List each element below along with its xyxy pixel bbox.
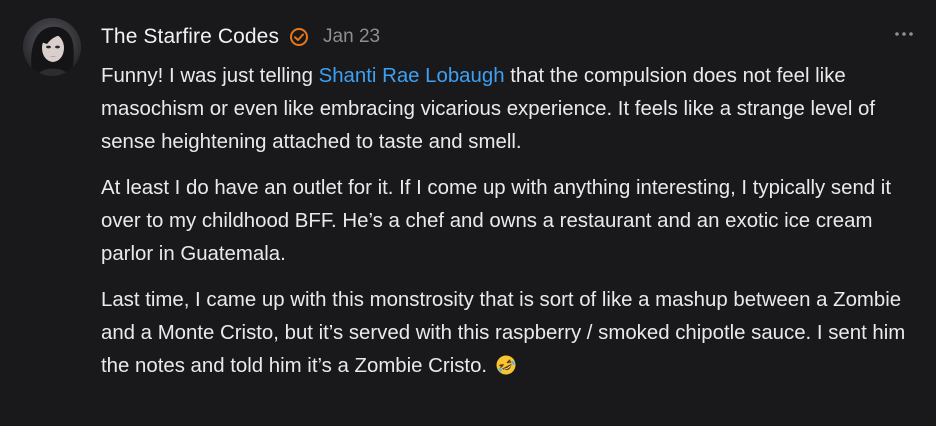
rolling-on-floor-laughing-emoji: [495, 354, 517, 387]
comment-body: Funny! I was just telling Shanti Rae Lob…: [101, 60, 923, 400]
more-horizontal-icon[interactable]: [892, 26, 916, 42]
avatar-image: [23, 18, 81, 76]
paragraph-3: Last time, I came up with this monstrosi…: [101, 284, 923, 387]
paragraph-2: At least I do have an outlet for it. If …: [101, 177, 891, 265]
avatar[interactable]: [23, 18, 81, 76]
comment-header: The Starfire Codes Jan 23: [101, 22, 380, 52]
comment-date[interactable]: Jan 23: [323, 26, 380, 48]
paragraph-1: Funny! I was just telling Shanti Rae Lob…: [101, 60, 923, 159]
user-mention-link[interactable]: Shanti Rae Lobaugh: [319, 65, 505, 87]
verified-check-icon: [289, 27, 309, 47]
paragraph-1-start: Funny! I was just telling: [101, 65, 319, 87]
author-name[interactable]: The Starfire Codes: [101, 25, 279, 49]
comment: The Starfire Codes Jan 23 Funny! I was j…: [0, 0, 936, 426]
